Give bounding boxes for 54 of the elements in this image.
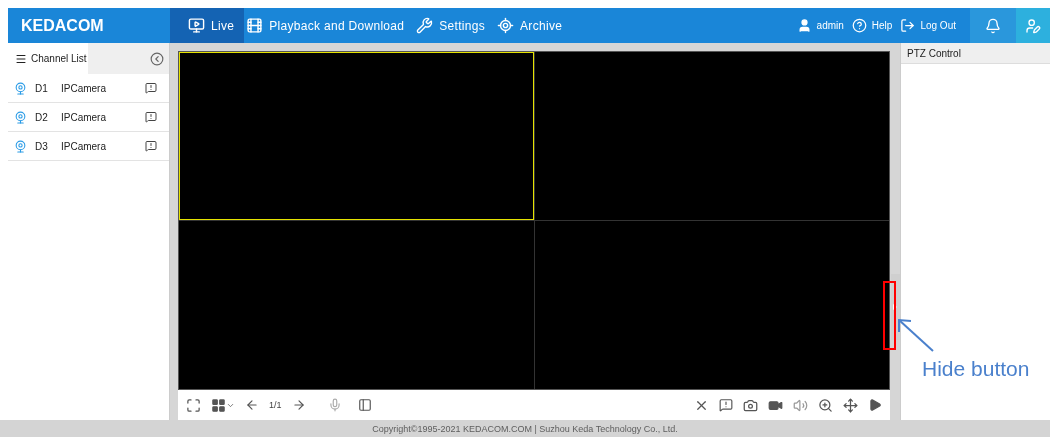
alert-icon[interactable] [145,82,157,94]
menu-icon [15,52,27,65]
zoom-in-icon[interactable] [818,397,833,413]
channel-name: IPCamera [61,82,107,94]
annotation-label: Hide button [922,357,1030,381]
logout-link[interactable]: Log Out [896,8,960,43]
help-icon [851,18,867,33]
channel-row[interactable]: D3 IPCamera [8,132,169,161]
monitor-icon [188,17,205,34]
channel-row[interactable]: D1 IPCamera [8,74,169,103]
logo: KEDACOM [21,16,104,35]
channel-id: D1 [35,82,49,94]
triangle-icon [893,303,897,310]
page-number: 1/1 [269,400,282,410]
camera-icon [14,81,27,95]
speaker-icon[interactable] [793,397,808,413]
user-edit-icon [1025,17,1041,34]
user-menu[interactable]: admin [792,8,848,43]
nav-tab[interactable]: Settings [414,8,496,43]
camera-icon [14,110,27,124]
alert-icon[interactable] [145,111,157,123]
alert-icon[interactable] [145,140,157,152]
alarm-button[interactable] [970,8,1016,43]
highlight-frame [883,281,896,350]
fullscreen-icon[interactable] [186,397,201,413]
channel-id: D2 [35,111,49,123]
camera-icon[interactable] [743,397,758,413]
move-icon[interactable] [843,397,858,413]
ptz-title: PTZ Control [907,47,961,59]
layout-icon[interactable] [357,398,372,412]
crosshair-icon [497,17,515,34]
help-link[interactable]: Help [847,8,897,43]
wrench-icon [416,17,434,34]
hide-handle[interactable] [890,273,900,340]
user-icon [796,18,812,33]
play-icon[interactable] [868,398,882,412]
alert-icon[interactable] [719,398,733,412]
channel-name: IPCamera [61,140,107,152]
film-icon [246,17,264,34]
channel-id: D3 [35,140,49,152]
channel-list-tab[interactable]: Channel List [8,43,88,74]
copyright: Copyright©1995-2021 KEDACOM.COM | Suzhou Keda Technology Co., Ltd. [372,423,678,434]
channel-name: IPCamera [61,111,107,123]
bell-icon [985,17,1001,34]
nav-tab[interactable]: Archive [495,8,573,43]
channel-row[interactable]: D2 IPCamera [8,103,169,132]
arrow-left-icon[interactable] [245,398,259,412]
camera-icon [14,139,27,153]
nav-tab[interactable]: Live [170,8,245,43]
logout-icon [900,18,916,33]
arrow-right-icon[interactable] [291,398,306,412]
collapse-icon[interactable] [150,51,164,66]
nav-tab[interactable]: Playback and Download [244,8,415,43]
grid-icon[interactable] [211,397,226,413]
